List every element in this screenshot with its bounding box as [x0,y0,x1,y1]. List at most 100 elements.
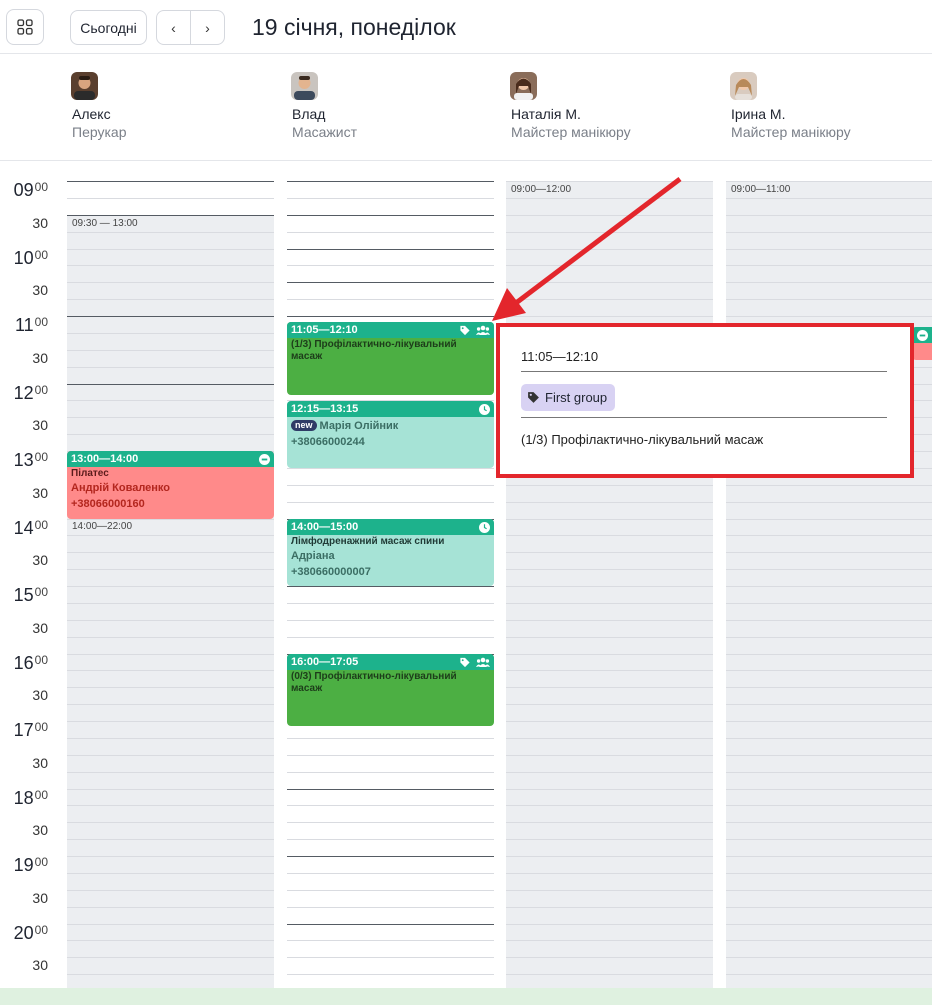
time-slot[interactable] [287,299,494,316]
time-slot[interactable] [287,771,494,789]
column-iryna[interactable] [726,181,932,991]
time-slot[interactable] [506,653,713,671]
time-slot[interactable] [287,856,494,873]
time-slot[interactable] [67,383,274,401]
time-slot[interactable] [67,940,274,958]
time-slot[interactable] [67,586,274,603]
time-slot[interactable] [287,839,494,856]
time-slot[interactable] [506,771,713,789]
time-slot[interactable] [726,214,932,232]
time-slot[interactable] [287,282,494,299]
time-slot[interactable] [506,552,713,570]
time-slot[interactable] [726,771,932,789]
time-slot[interactable] [726,299,932,316]
time-slot[interactable] [287,636,494,654]
time-slot[interactable] [287,906,494,924]
time-slot[interactable] [67,602,274,620]
group-tag[interactable]: First group [521,384,616,411]
time-slot[interactable] [726,670,932,688]
time-slot[interactable] [506,940,713,958]
time-slot[interactable] [506,636,713,654]
prev-day-button[interactable]: ‹ [157,11,191,44]
time-slot[interactable] [726,704,932,721]
time-slot[interactable] [726,265,932,283]
appointment-pilates[interactable]: 13:00—14:00 Пілатес Андрій Коваленко +38… [67,451,274,519]
time-slot[interactable] [506,619,713,637]
staff-iryna[interactable]: Ірина М. Майстер манікюру [730,72,851,140]
time-slot[interactable] [287,957,494,974]
time-slot[interactable] [506,484,713,502]
staff-vlad[interactable]: Влад Масажист [291,72,357,140]
time-slot[interactable] [726,906,932,924]
time-slot[interactable] [506,721,713,738]
time-slot[interactable] [726,535,932,553]
time-slot[interactable] [287,265,494,282]
time-slot[interactable] [506,822,713,840]
time-slot[interactable] [506,737,713,755]
time-slot[interactable] [67,805,274,823]
time-slot[interactable] [287,231,494,249]
time-slot[interactable] [67,737,274,755]
time-slot[interactable] [726,839,932,856]
appointment-lymph-massage[interactable]: 14:00—15:00 Лімфодренажний масаж спини А… [287,519,494,586]
time-slot[interactable] [726,822,932,840]
time-slot[interactable] [287,214,494,232]
time-slot[interactable] [506,788,713,806]
time-slot[interactable] [67,552,274,570]
time-slot[interactable] [506,805,713,823]
time-slot[interactable] [67,332,274,350]
time-slot[interactable] [726,484,932,502]
time-slot[interactable] [726,197,932,215]
time-slot[interactable] [287,923,494,941]
time-slot[interactable] [67,349,274,367]
time-slot[interactable] [67,856,274,873]
time-slot[interactable] [726,687,932,705]
time-slot[interactable] [726,923,932,941]
time-slot[interactable] [67,653,274,671]
time-slot[interactable] [67,822,274,840]
time-slot[interactable] [287,467,494,485]
column-alex[interactable] [67,181,274,991]
time-slot[interactable] [726,518,932,536]
time-slot[interactable] [67,535,274,553]
time-slot[interactable] [287,197,494,215]
time-slot[interactable] [67,788,274,806]
time-slot[interactable] [506,569,713,586]
time-slot[interactable] [67,619,274,637]
time-slot[interactable] [726,586,932,603]
time-slot[interactable] [287,788,494,806]
time-slot[interactable] [67,704,274,721]
appointment-group-massage-2[interactable]: 16:00—17:05 (0/3) Профілактично-лікуваль… [287,654,494,726]
time-slot[interactable] [287,586,494,603]
time-slot[interactable] [506,839,713,856]
time-slot[interactable] [726,721,932,738]
time-slot[interactable] [726,940,932,958]
time-slot[interactable] [506,754,713,772]
time-slot[interactable] [726,636,932,654]
time-slot[interactable] [67,248,274,266]
time-slot[interactable] [506,535,713,553]
time-slot[interactable] [726,248,932,266]
time-slot[interactable] [726,788,932,806]
time-slot[interactable] [287,822,494,839]
time-slot[interactable] [726,282,932,300]
time-slot[interactable] [67,299,274,316]
time-slot[interactable] [726,957,932,975]
time-slot[interactable] [67,636,274,654]
appointment-maria[interactable]: 12:15—13:15 new Марія Олійник +3806600024… [287,401,494,468]
time-slot[interactable] [67,906,274,924]
time-slot[interactable] [67,771,274,789]
time-slot[interactable] [67,670,274,688]
time-slot[interactable] [726,569,932,586]
time-slot[interactable] [67,417,274,435]
time-slot[interactable] [506,586,713,603]
time-slot[interactable] [287,248,494,266]
time-slot[interactable] [726,231,932,249]
time-slot[interactable] [287,805,494,822]
time-slot[interactable] [726,619,932,637]
time-slot[interactable] [67,231,274,249]
appointment-partial[interactable] [912,327,932,360]
time-slot[interactable] [506,670,713,688]
time-slot[interactable] [67,889,274,907]
time-slot[interactable] [67,181,274,198]
